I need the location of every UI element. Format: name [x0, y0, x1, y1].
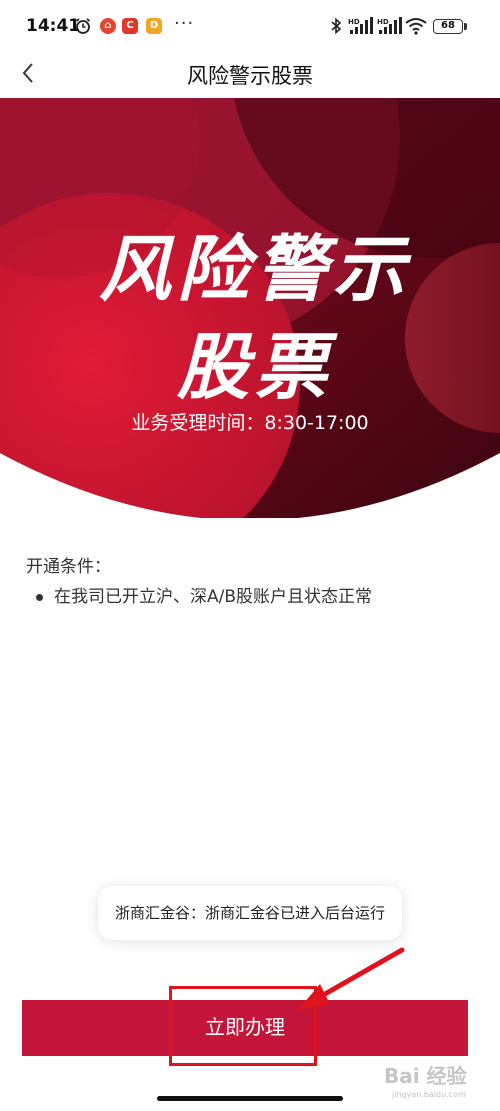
nav-bar: 风险警示股票: [0, 48, 500, 98]
toast-notification: 浙商汇金谷：浙商汇金谷已进入后台运行: [98, 886, 402, 940]
banner-title-line2: 股票: [176, 325, 333, 409]
app-notification-icon: D: [146, 18, 162, 34]
battery-tip: [464, 23, 467, 30]
page-title: 风险警示股票: [187, 64, 313, 88]
conditions-list: 在我司已开立沪、深A/B股账户且状态正常: [26, 585, 476, 609]
home-indicator[interactable]: [157, 1096, 343, 1101]
signal-hd-icon: HD: [348, 17, 373, 34]
status-time: 14:41: [26, 16, 81, 36]
annotation-arrow-icon: [298, 947, 405, 1010]
battery-icon: 68: [433, 19, 463, 34]
business-hours: 业务受理时间：8:30-17:00: [131, 412, 369, 434]
bluetooth-icon: [331, 17, 342, 35]
conditions-section: 开通条件： 在我司已开立沪、深A/B股账户且状态正常: [26, 552, 476, 609]
status-bar: 14:41 ⌂ C D ··· HD HD 68: [0, 0, 500, 48]
more-notifications-icon: ···: [174, 13, 195, 34]
list-item: 在我司已开立沪、深A/B股账户且状态正常: [26, 585, 476, 609]
app-notification-icon: C: [122, 18, 138, 34]
bullet-icon: [36, 594, 43, 601]
condition-text: 在我司已开立沪、深A/B股账户且状态正常: [54, 587, 373, 607]
svg-text:HD: HD: [348, 18, 360, 26]
app-notification-icon: ⌂: [100, 18, 116, 34]
svg-text:HD: HD: [377, 18, 389, 26]
hero-banner: 风险警示 股票 业务受理时间：8:30-17:00: [0, 98, 500, 518]
banner-title-line1: 风险警示: [98, 227, 411, 311]
alarm-icon: [75, 18, 91, 34]
watermark-url: jingyan.baidu.com: [392, 1090, 466, 1099]
signal-hd-icon: HD: [377, 17, 402, 34]
conditions-title: 开通条件：: [26, 557, 111, 577]
wifi-icon: [405, 18, 427, 35]
watermark: Bai 经验: [384, 1064, 467, 1088]
